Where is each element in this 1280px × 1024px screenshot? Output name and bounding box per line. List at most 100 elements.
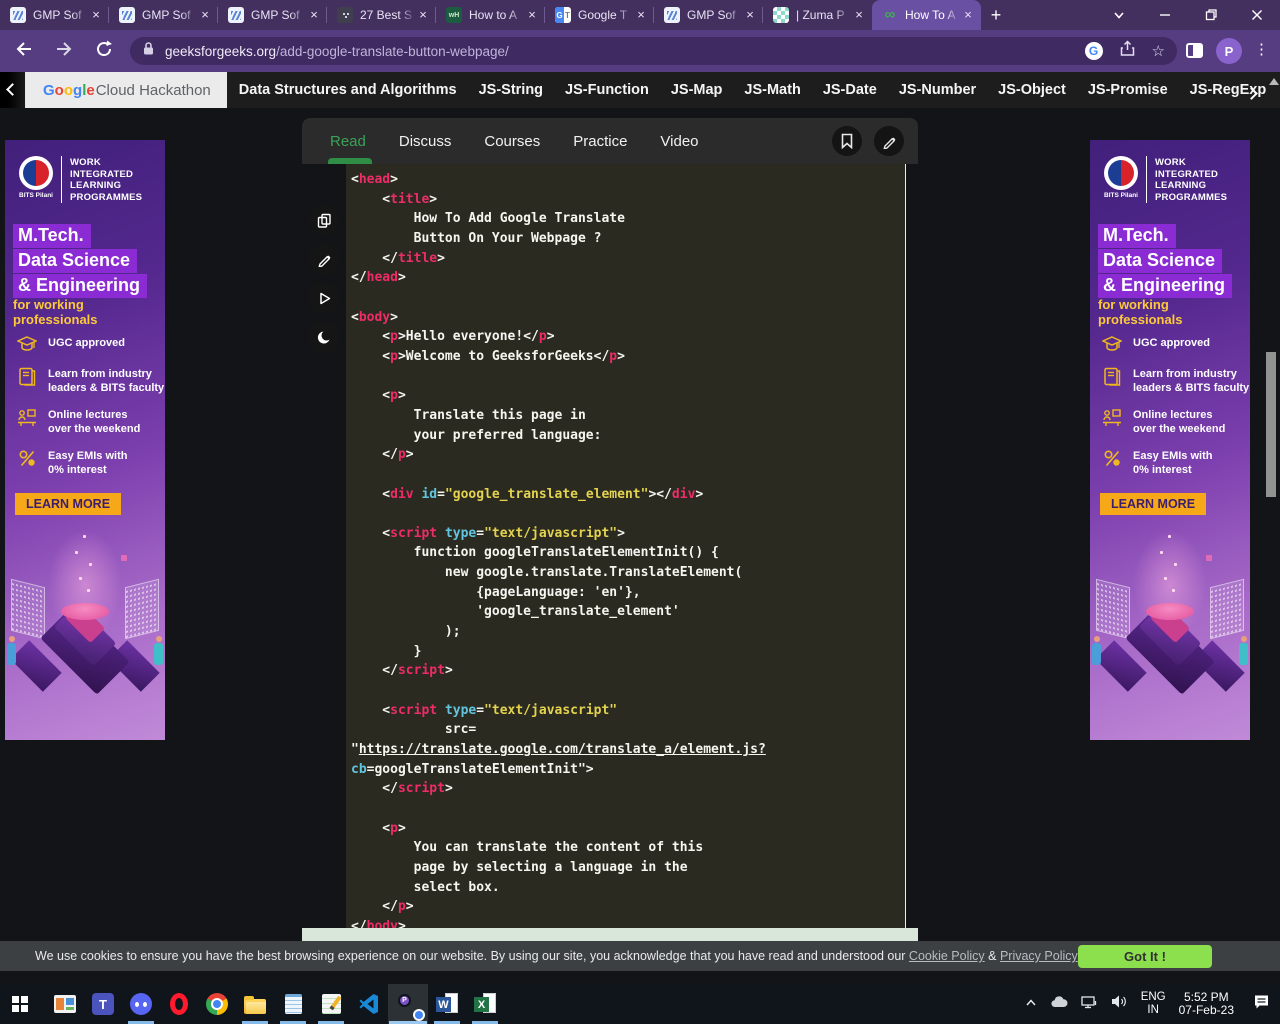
browser-tab[interactable]: wHHow to A× [436,0,545,30]
tab-close-icon[interactable]: × [852,8,866,22]
taskbar-start-button[interactable] [0,984,40,1024]
nav-link[interactable]: JS-Function [565,82,649,98]
ad-features: UGC approvedLearn from industryleaders &… [15,336,164,490]
nav-link[interactable]: JS-Object [998,82,1066,98]
scrollbar-up-arrow[interactable] [1269,78,1279,85]
bookmark-star-icon[interactable]: ☆ [1152,42,1165,60]
reload-icon[interactable] [94,39,114,64]
nav-link[interactable]: Data Structures and Algorithms [239,82,457,98]
edit-code-button[interactable] [308,243,340,275]
tab-close-icon[interactable]: × [89,8,103,22]
nav-scroll-left[interactable] [0,72,26,108]
tab-close-icon[interactable]: × [743,8,757,22]
taskbar-photos-button[interactable] [46,984,84,1024]
nav-link[interactable]: JS-Date [823,82,877,98]
tab-close-icon[interactable]: × [198,8,212,22]
taskbar-discord-button[interactable] [122,984,160,1024]
tab-courses[interactable]: Courses [484,133,540,150]
restore-button[interactable] [1188,0,1234,30]
bits-pilani-ad-right[interactable]: BITS PilaniWORKINTEGRATEDLEARNINGPROGRAM… [1090,140,1250,740]
ad-subheading: for working professionals [13,297,165,327]
taskbar-word-button[interactable]: W [428,984,466,1024]
nav-scroll-right[interactable] [1247,85,1256,103]
tab-close-icon[interactable]: × [416,8,430,22]
copy-code-button[interactable] [308,204,340,236]
browser-tab[interactable]: | Zuma P× [763,0,872,30]
discord-icon [130,993,152,1015]
nav-link[interactable]: JS-Promise [1088,82,1168,98]
book-icon [1100,367,1124,395]
nav-link[interactable]: JS-String [479,82,543,98]
learn-more-button[interactable]: LEARN MORE [15,493,121,515]
share-icon[interactable] [1119,40,1136,62]
cookie-policy-link[interactable]: Cookie Policy [909,949,985,963]
run-code-button[interactable] [308,282,340,314]
forward-icon[interactable] [54,39,74,64]
taskbar-explorer-button[interactable] [236,984,274,1024]
taskbar-chrome-button[interactable] [198,984,236,1024]
code-line: <p> [351,819,905,839]
google-extension-icon[interactable]: G [1085,42,1103,60]
bits-pilani-ad-left[interactable]: BITS PilaniWORKINTEGRATEDLEARNINGPROGRAM… [5,140,165,740]
taskbar-opera-button[interactable] [160,984,198,1024]
browser-tab[interactable]: ∞How To A× [872,0,981,30]
back-icon[interactable] [14,39,34,64]
clock[interactable]: 5:52 PM07-Feb-23 [1179,991,1234,1017]
ad-feature: Easy EMIs with0% interest [1100,449,1249,477]
tab-practice[interactable]: Practice [573,133,627,150]
tray-expand-icon[interactable] [1025,995,1037,1013]
nav-link[interactable]: JS-Number [899,82,976,98]
got-it-button[interactable]: Got It ! [1078,945,1212,968]
tab-search-chevron-icon[interactable] [1096,0,1142,30]
taskbar-editor-button[interactable] [312,984,350,1024]
tab-close-icon[interactable]: × [634,8,648,22]
article-tabbar: Read Discuss Courses Practice Video [302,118,918,164]
scrollbar-thumb[interactable] [1266,352,1276,497]
tab-close-icon[interactable]: × [525,8,539,22]
graduation-cap-icon [1100,336,1124,354]
taskbar-notepad-button[interactable] [274,984,312,1024]
taskbar-vscode-button[interactable] [350,984,388,1024]
ad-feature: UGC approved [15,336,164,354]
cookie-consent-bar: We use cookies to ensure you have the be… [0,941,1280,971]
privacy-policy-link[interactable]: Privacy Policy [1000,949,1078,963]
browser-tab[interactable]: GMP Sof× [218,0,327,30]
screen: GMP Sof×GMP Sof×GMP Sof×27 Best S×wHHow … [0,0,1280,1024]
tab-close-icon[interactable]: × [961,8,975,22]
browser-tab[interactable]: GMP Sof× [654,0,763,30]
code-editor[interactable]: <head> <title> How To Add Google Transla… [346,164,906,941]
onedrive-icon[interactable] [1050,995,1068,1013]
tab-discuss[interactable]: Discuss [399,133,452,150]
bookmark-button[interactable] [832,126,862,156]
new-tab-button[interactable]: + [981,0,1011,30]
side-panel-icon[interactable] [1186,43,1203,58]
dark-mode-button[interactable] [308,321,340,353]
address-bar[interactable]: geeksforgeeks.org/add-google-translate-b… [130,37,1177,65]
browser-tab[interactable]: GMP Sof× [0,0,109,30]
tab-title: GMP Sof [687,8,743,22]
browser-menu-icon[interactable]: ⋮ [1254,40,1269,58]
taskbar-excel-button[interactable]: X [466,984,504,1024]
profile-avatar[interactable]: P [1216,38,1242,64]
edit-button[interactable] [874,126,904,156]
close-button[interactable] [1234,0,1280,30]
language-indicator[interactable]: ENGIN [1141,991,1166,1017]
learn-more-button[interactable]: LEARN MORE [1100,493,1206,515]
divider [1146,156,1147,203]
tab-close-icon[interactable]: × [307,8,321,22]
volume-icon[interactable] [1111,994,1128,1014]
tab-read[interactable]: Read [330,133,366,150]
tab-video[interactable]: Video [660,133,698,150]
action-center-icon[interactable] [1253,993,1270,1015]
tab-title: | Zuma P [796,8,852,22]
minimize-button[interactable] [1142,0,1188,30]
browser-tab[interactable]: 27 Best S× [327,0,436,30]
network-icon[interactable] [1081,995,1098,1014]
taskbar-chrome-profile-button[interactable]: P [388,984,428,1024]
taskbar-teams-button[interactable]: T [84,984,122,1024]
promo-banner[interactable]: Google Cloud Hackathon [25,72,227,108]
browser-tab[interactable]: GTGoogle T× [545,0,654,30]
browser-tab[interactable]: GMP Sof× [109,0,218,30]
nav-link[interactable]: JS-Map [671,82,723,98]
nav-link[interactable]: JS-Math [744,82,800,98]
